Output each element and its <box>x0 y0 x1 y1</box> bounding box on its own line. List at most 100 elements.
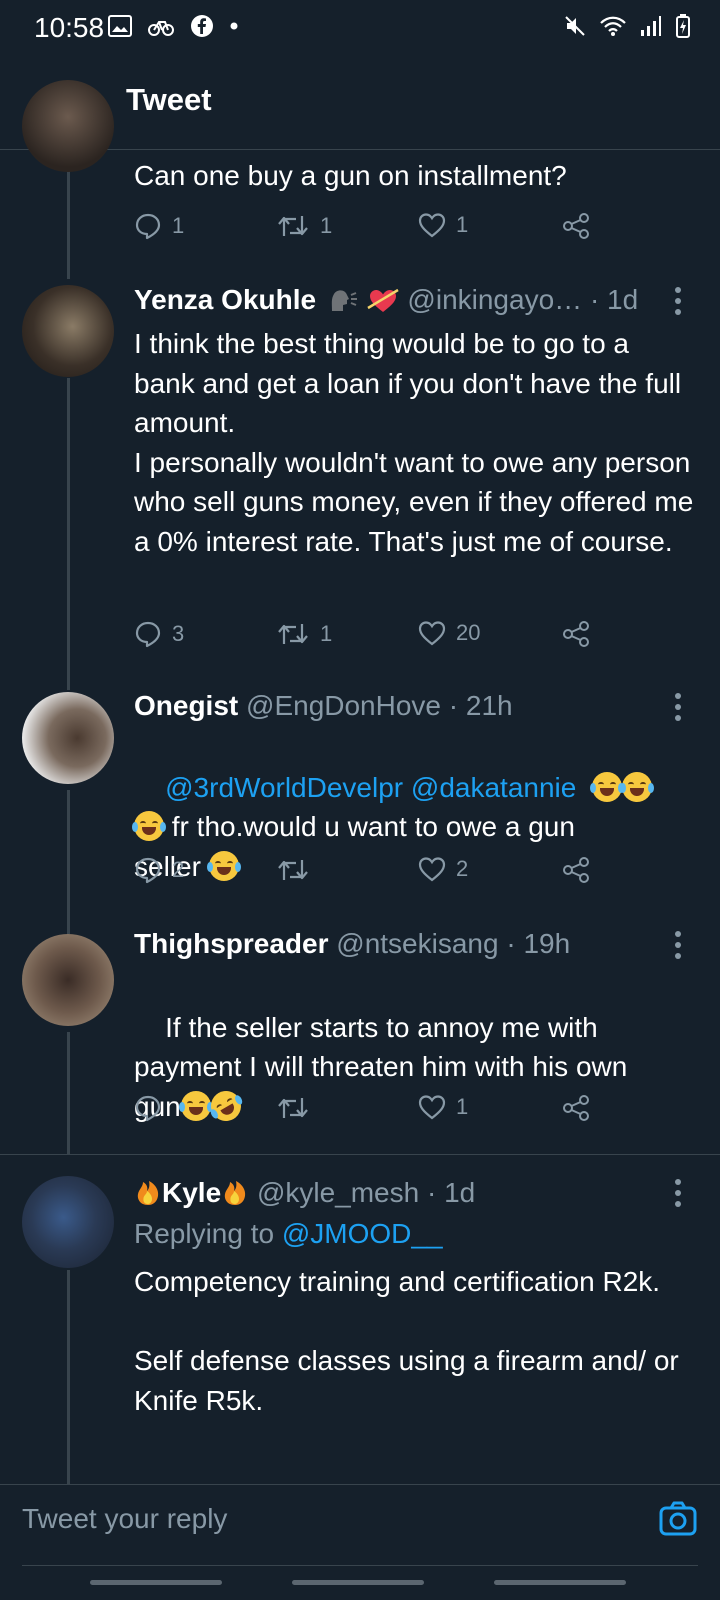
like-button[interactable]: 1 <box>418 1094 468 1120</box>
like-count: 1 <box>456 1094 469 1119</box>
tweet-actions: 1 1 1 <box>134 212 604 248</box>
tweet-actions: 3 1 20 <box>134 620 604 656</box>
user-handle[interactable]: @EngDonHove <box>246 690 441 721</box>
retweet-count: 1 <box>320 213 333 238</box>
avatar[interactable] <box>22 285 114 377</box>
reply-button[interactable]: 2 <box>134 856 184 884</box>
wifi-icon <box>600 16 626 36</box>
user-handle[interactable]: @kyle_mesh <box>257 1177 419 1208</box>
display-name[interactable]: Thighspreader <box>134 928 328 959</box>
reply-count: 2 <box>172 857 185 882</box>
thread-line <box>67 790 70 934</box>
display-name[interactable]: Kyle <box>162 1177 221 1208</box>
nav-handle <box>292 1580 424 1585</box>
tweet-header: Thighspreader @ntsekisang · 19h <box>134 928 570 960</box>
mention-link[interactable]: @3rdWorldDevelpr <box>165 772 403 803</box>
display-name[interactable]: Onegist <box>134 690 238 721</box>
thread-line <box>67 1032 70 1154</box>
reply-divider <box>22 1565 698 1566</box>
more-vertical-icon[interactable] <box>672 930 684 960</box>
divider <box>0 1154 720 1155</box>
like-count: 2 <box>456 856 469 881</box>
replying-label: Replying to <box>134 1218 275 1249</box>
dot-icon <box>230 22 238 30</box>
tweet-header: Yenza Okuhle @inkingayo… · 1d <box>134 284 638 316</box>
like-button[interactable]: 2 <box>418 856 468 882</box>
display-name[interactable]: Yenza Okuhle <box>134 284 316 315</box>
system-icons <box>564 14 690 38</box>
battery-icon <box>676 14 690 38</box>
cycling-icon <box>148 21 174 36</box>
mention-link[interactable]: @dakatannie <box>411 772 576 803</box>
laughing-emoji-icon <box>589 771 624 802</box>
retweet-button[interactable]: 1 <box>276 212 332 240</box>
tweet-header: Onegist @EngDonHove · 21h <box>134 690 513 722</box>
reply-button[interactable]: 3 <box>134 620 184 648</box>
reply-count: 3 <box>172 621 185 646</box>
laughing-emoji-icon <box>619 771 654 802</box>
reply-button[interactable] <box>134 1094 172 1122</box>
avatar[interactable] <box>22 934 114 1026</box>
tweet-actions: 1 <box>134 1094 604 1130</box>
fire-icon <box>137 1181 159 1205</box>
reply-input[interactable]: Tweet your reply <box>22 1503 227 1535</box>
retweet-icon <box>278 624 308 644</box>
user-handle[interactable]: @ntsekisang <box>336 928 498 959</box>
heart-icon <box>418 621 446 646</box>
tweet-header: Kyle @kyle_mesh · 1d <box>134 1176 475 1209</box>
fire-icon <box>224 1181 246 1205</box>
status-bar: 10:58 <box>0 0 720 56</box>
share-button[interactable] <box>562 212 590 240</box>
retweet-button[interactable] <box>276 1094 320 1122</box>
retweet-icon <box>278 216 308 236</box>
tweet-time: · 1d <box>426 1177 476 1208</box>
retweet-button[interactable]: 1 <box>276 620 332 648</box>
share-button[interactable] <box>562 856 590 884</box>
heart-icon <box>418 1095 446 1120</box>
tweet-time: · 19h <box>506 928 571 959</box>
avatar[interactable] <box>22 692 114 784</box>
facebook-icon <box>191 15 213 37</box>
mute-icon <box>565 16 585 36</box>
tweet-text: I think the best thing would be to go to… <box>134 328 694 557</box>
share-icon <box>563 1095 589 1121</box>
tweet-text-line: If the seller starts to annoy me with <box>165 1011 598 1043</box>
heart-icon <box>418 213 446 238</box>
tweet-text: Can one buy a gun on installment? <box>134 160 567 191</box>
mention-link[interactable]: @JMOOD__ <box>282 1218 443 1249</box>
avatar[interactable] <box>22 1176 114 1268</box>
retweet-button[interactable] <box>276 856 320 884</box>
reply-count: 1 <box>172 213 185 238</box>
share-icon <box>563 621 589 647</box>
share-button[interactable] <box>562 620 590 648</box>
page-title: Tweet <box>126 82 212 117</box>
tweet-text: Competency training and certification R2… <box>134 1266 679 1416</box>
reply-icon <box>135 213 161 240</box>
share-icon <box>563 857 589 883</box>
tweet-time: · 1d <box>589 284 639 315</box>
retweet-icon <box>278 860 308 880</box>
share-icon <box>563 213 589 239</box>
nav-handle <box>90 1580 222 1585</box>
more-vertical-icon[interactable] <box>672 286 684 316</box>
like-button[interactable]: 1 <box>418 212 468 238</box>
tweet-text: @3rdWorldDevelpr @dakatannie fr tho.woul… <box>132 728 694 926</box>
replying-to: Replying to @JMOOD__ <box>134 1218 443 1250</box>
camera-icon[interactable] <box>658 1499 698 1539</box>
reply-button[interactable]: 1 <box>134 212 184 240</box>
more-vertical-icon[interactable] <box>672 692 684 722</box>
more-vertical-icon[interactable] <box>672 1178 684 1208</box>
speaking-head-icon <box>331 290 357 311</box>
notification-icons <box>108 14 238 38</box>
thread-line <box>67 1270 70 1484</box>
reply-icon <box>135 621 161 648</box>
user-handle[interactable]: @inkingayo… <box>407 284 582 315</box>
signal-icon <box>641 16 661 36</box>
like-button[interactable]: 20 <box>418 620 480 646</box>
share-button[interactable] <box>562 1094 590 1122</box>
status-time: 10:58 <box>34 12 105 43</box>
tweet-actions: 2 2 <box>134 856 604 892</box>
avatar[interactable] <box>22 80 114 172</box>
thread-line <box>67 378 70 690</box>
like-count: 1 <box>456 212 469 237</box>
